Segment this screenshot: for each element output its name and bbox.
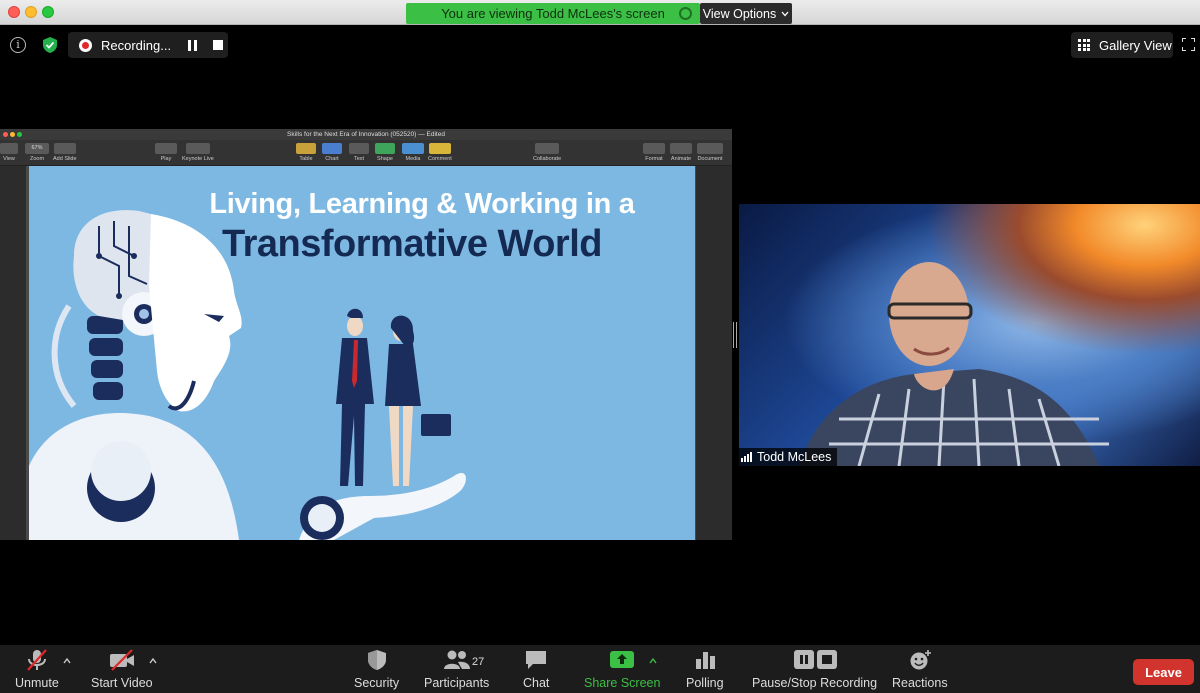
keynote-document-button[interactable]: Document xyxy=(697,143,723,162)
participant-name: Todd McLees xyxy=(757,450,832,464)
keynote-format-button[interactable]: Format xyxy=(643,143,665,162)
window-titlebar: You are viewing Todd McLees's screen Vie… xyxy=(0,0,1200,25)
meeting-info-icon[interactable]: i xyxy=(10,37,26,53)
polling-label: Polling xyxy=(686,676,724,690)
participant-name-tag: Todd McLees xyxy=(739,448,838,466)
pause-recording-button[interactable] xyxy=(187,39,198,51)
chat-button[interactable]: Chat xyxy=(523,649,549,690)
polling-bars-icon xyxy=(695,652,715,669)
viewing-screen-banner: You are viewing Todd McLees's screen xyxy=(406,3,700,24)
shield-icon xyxy=(367,650,386,670)
keynote-collaborate-button[interactable]: Collaborate xyxy=(533,143,561,162)
video-camera-off-icon xyxy=(109,649,134,671)
smiley-plus-icon xyxy=(910,650,931,670)
participants-count: 27 xyxy=(472,656,485,668)
share-options-caret-icon[interactable] xyxy=(649,657,657,665)
pause-stop-recording-icon xyxy=(793,650,837,669)
keynote-view-button[interactable]: View xyxy=(0,143,18,162)
reactions-button[interactable]: Reactions xyxy=(892,649,948,690)
keynote-text-button[interactable]: Text xyxy=(349,143,369,162)
participants-label: Participants xyxy=(424,676,490,690)
keynote-minimize-button[interactable] xyxy=(10,132,15,137)
reactions-label: Reactions xyxy=(892,676,948,690)
chevron-down-icon xyxy=(781,11,789,16)
unmute-button[interactable]: Unmute xyxy=(15,649,59,690)
pause-stop-recording-button[interactable]: Pause/Stop Recording xyxy=(752,649,877,690)
gallery-view-label: Gallery View xyxy=(1099,37,1172,53)
stop-recording-button[interactable] xyxy=(213,40,223,50)
participant-video[interactable] xyxy=(739,204,1200,466)
recording-label: Recording... xyxy=(101,37,172,53)
fullscreen-icon[interactable] xyxy=(1182,38,1195,51)
keynote-comment-button[interactable]: Comment xyxy=(428,143,452,162)
keynote-titlebar: Skills for the Next Era of Innovation (0… xyxy=(0,129,732,140)
keynote-chart-button[interactable]: Chart xyxy=(322,143,342,162)
keynote-live-button[interactable]: Keynote Live xyxy=(182,143,214,162)
recording-indicator: Recording... xyxy=(68,32,228,58)
split-view-divider[interactable] xyxy=(733,322,737,348)
slide-title-line-2: Transformative World xyxy=(222,223,602,265)
keynote-zoom-button-toolbar[interactable]: 67% Zoom xyxy=(25,143,49,162)
keynote-animate-button[interactable]: Animate xyxy=(670,143,692,162)
participants-icon xyxy=(443,650,470,669)
start-video-label: Start Video xyxy=(91,676,153,690)
keynote-document-title: Skills for the Next Era of Innovation (0… xyxy=(287,131,445,138)
keynote-shape-button[interactable]: Shape xyxy=(375,143,395,162)
view-options-label: View Options xyxy=(702,6,777,21)
chat-label: Chat xyxy=(523,676,550,690)
keynote-media-button[interactable]: Media xyxy=(402,143,424,162)
slide-title-line-1: Living, Learning & Working in a xyxy=(209,188,635,220)
leave-meeting-button[interactable]: Leave xyxy=(1133,659,1194,685)
recording-dot-icon xyxy=(79,38,92,52)
screen-share-status-icon xyxy=(679,7,692,20)
encryption-shield-icon[interactable] xyxy=(42,36,58,54)
polling-button[interactable]: Polling xyxy=(686,649,724,690)
keynote-table-button[interactable]: Table xyxy=(296,143,316,162)
share-screen-label: Share Screen xyxy=(584,676,661,690)
connection-signal-icon xyxy=(741,452,752,462)
unmute-label: Unmute xyxy=(15,676,59,690)
keynote-add-slide-button[interactable]: Add Slide xyxy=(53,143,77,162)
minimize-window-button[interactable] xyxy=(25,6,37,18)
gallery-view-button[interactable]: Gallery View xyxy=(1071,32,1173,58)
presentation-slide: Living, Learning & Working in a Transfor… xyxy=(29,166,695,540)
share-screen-button[interactable]: Share Screen xyxy=(584,649,660,690)
keynote-toolbar: View 67% Zoom Add Slide Play Keynote Live… xyxy=(0,140,732,166)
audio-options-caret-icon[interactable] xyxy=(63,657,71,665)
viewing-banner-text: You are viewing Todd McLees's screen xyxy=(441,6,665,21)
leave-label: Leave xyxy=(1145,664,1182,680)
view-options-button[interactable]: View Options xyxy=(700,3,792,24)
security-label: Security xyxy=(354,676,400,690)
security-button[interactable]: Security xyxy=(354,649,399,690)
close-window-button[interactable] xyxy=(8,6,20,18)
keynote-slide-navigator[interactable] xyxy=(0,166,26,540)
keynote-close-button[interactable] xyxy=(3,132,8,137)
grid-icon xyxy=(1078,39,1090,51)
meeting-toolbar: Unmute Start Video Security Participants… xyxy=(0,645,1200,693)
share-screen-icon xyxy=(610,651,635,668)
microphone-muted-icon xyxy=(27,649,47,671)
keynote-play-button[interactable]: Play xyxy=(155,143,177,162)
speaker-video-feed xyxy=(799,262,1109,466)
keynote-zoom-button[interactable] xyxy=(17,132,22,137)
keynote-inspector-pane xyxy=(696,166,732,540)
chat-bubble-icon xyxy=(526,651,547,669)
zoom-window-button[interactable] xyxy=(42,6,54,18)
shared-screen: Skills for the Next Era of Innovation (0… xyxy=(0,129,732,540)
video-options-caret-icon[interactable] xyxy=(149,657,157,665)
pause-stop-recording-label: Pause/Stop Recording xyxy=(752,676,878,690)
start-video-button[interactable]: Start Video xyxy=(91,649,153,690)
